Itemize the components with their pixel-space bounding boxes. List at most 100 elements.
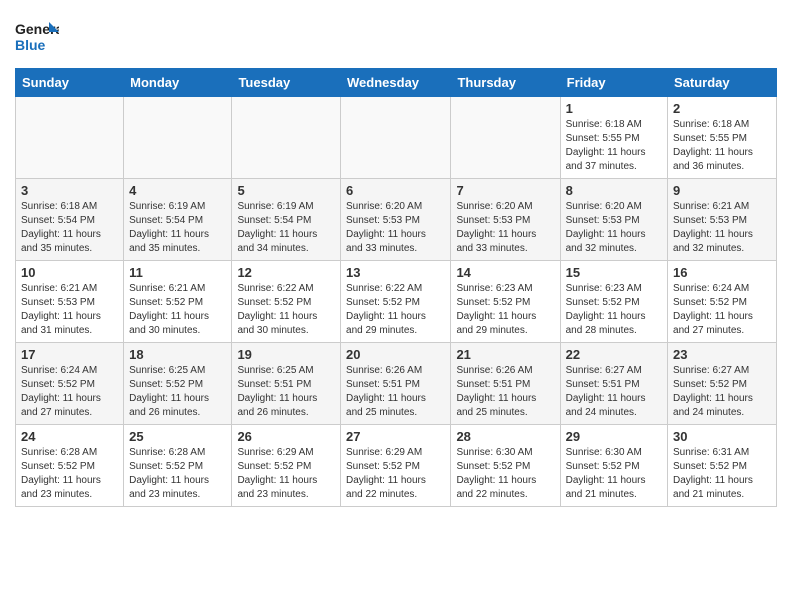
day-cell: 26 Sunrise: 6:29 AM Sunset: 5:52 PM Dayli…	[232, 425, 341, 507]
day-cell: 13Sunrise: 6:22 AM Sunset: 5:52 PM Dayli…	[341, 261, 451, 343]
day-cell: 21 Sunrise: 6:26 AM Sunset: 5:51 PM Dayli…	[451, 343, 560, 425]
day-number: 4	[129, 183, 226, 198]
day-cell	[232, 97, 341, 179]
day-cell: 9 Sunrise: 6:21 AM Sunset: 5:53 PM Daylig…	[668, 179, 777, 261]
day-number: 27	[346, 429, 445, 444]
day-info: Sunrise: 6:19 AM Sunset: 5:54 PM Dayligh…	[129, 200, 226, 256]
day-number: 2	[673, 101, 771, 116]
svg-text:Blue: Blue	[15, 37, 46, 53]
day-info: Sunrise: 6:19 AM Sunset: 5:54 PM Dayligh…	[237, 200, 335, 256]
day-number: 13	[346, 265, 445, 280]
weekday-header-monday: Monday	[124, 69, 232, 97]
day-cell	[16, 97, 124, 179]
day-cell: 19 Sunrise: 6:25 AM Sunset: 5:51 PM Dayli…	[232, 343, 341, 425]
week-row-4: 17 Sunrise: 6:24 AM Sunset: 5:52 PM Dayli…	[16, 343, 777, 425]
day-cell: 24 Sunrise: 6:28 AM Sunset: 5:52 PM Dayli…	[16, 425, 124, 507]
day-number: 12	[237, 265, 335, 280]
day-info: Sunrise: 6:28 AM Sunset: 5:52 PM Dayligh…	[21, 446, 118, 502]
day-cell: 8Sunrise: 6:20 AM Sunset: 5:53 PM Daylig…	[560, 179, 667, 261]
day-info: Sunrise: 6:22 AM Sunset: 5:52 PM Dayligh…	[237, 282, 335, 338]
day-cell: 29Sunrise: 6:30 AM Sunset: 5:52 PM Dayli…	[560, 425, 667, 507]
logo-svg: General Blue	[15, 16, 59, 60]
day-number: 16	[673, 265, 771, 280]
day-info: Sunrise: 6:29 AM Sunset: 5:52 PM Dayligh…	[237, 446, 335, 502]
day-cell: 15 Sunrise: 6:23 AM Sunset: 5:52 PM Dayli…	[560, 261, 667, 343]
day-cell: 27Sunrise: 6:29 AM Sunset: 5:52 PM Dayli…	[341, 425, 451, 507]
day-info: Sunrise: 6:23 AM Sunset: 5:52 PM Dayligh…	[456, 282, 554, 338]
day-cell: 7Sunrise: 6:20 AM Sunset: 5:53 PM Daylig…	[451, 179, 560, 261]
weekday-header-row: SundayMondayTuesdayWednesdayThursdayFrid…	[16, 69, 777, 97]
day-info: Sunrise: 6:21 AM Sunset: 5:52 PM Dayligh…	[129, 282, 226, 338]
day-number: 10	[21, 265, 118, 280]
day-info: Sunrise: 6:23 AM Sunset: 5:52 PM Dayligh…	[566, 282, 662, 338]
day-cell: 30 Sunrise: 6:31 AM Sunset: 5:52 PM Dayli…	[668, 425, 777, 507]
weekday-header-friday: Friday	[560, 69, 667, 97]
day-number: 23	[673, 347, 771, 362]
day-number: 8	[566, 183, 662, 198]
day-cell: 1 Sunrise: 6:18 AM Sunset: 5:55 PM Daylig…	[560, 97, 667, 179]
day-number: 26	[237, 429, 335, 444]
logo: General Blue	[15, 16, 59, 60]
day-info: Sunrise: 6:21 AM Sunset: 5:53 PM Dayligh…	[21, 282, 118, 338]
day-number: 30	[673, 429, 771, 444]
day-cell: 11 Sunrise: 6:21 AM Sunset: 5:52 PM Dayli…	[124, 261, 232, 343]
day-number: 17	[21, 347, 118, 362]
day-info: Sunrise: 6:26 AM Sunset: 5:51 PM Dayligh…	[456, 364, 554, 420]
day-cell: 17 Sunrise: 6:24 AM Sunset: 5:52 PM Dayli…	[16, 343, 124, 425]
day-info: Sunrise: 6:21 AM Sunset: 5:53 PM Dayligh…	[673, 200, 771, 256]
day-info: Sunrise: 6:24 AM Sunset: 5:52 PM Dayligh…	[21, 364, 118, 420]
day-number: 29	[566, 429, 662, 444]
day-number: 9	[673, 183, 771, 198]
weekday-header-tuesday: Tuesday	[232, 69, 341, 97]
day-info: Sunrise: 6:31 AM Sunset: 5:52 PM Dayligh…	[673, 446, 771, 502]
day-number: 14	[456, 265, 554, 280]
week-row-2: 3Sunrise: 6:18 AM Sunset: 5:54 PM Daylig…	[16, 179, 777, 261]
day-cell: 23 Sunrise: 6:27 AM Sunset: 5:52 PM Dayli…	[668, 343, 777, 425]
day-number: 20	[346, 347, 445, 362]
day-info: Sunrise: 6:18 AM Sunset: 5:55 PM Dayligh…	[673, 118, 771, 174]
day-info: Sunrise: 6:28 AM Sunset: 5:52 PM Dayligh…	[129, 446, 226, 502]
day-cell: 10 Sunrise: 6:21 AM Sunset: 5:53 PM Dayli…	[16, 261, 124, 343]
day-info: Sunrise: 6:20 AM Sunset: 5:53 PM Dayligh…	[456, 200, 554, 256]
page: General Blue SundayMondayTuesdayWednesda…	[0, 0, 792, 522]
day-cell	[451, 97, 560, 179]
day-info: Sunrise: 6:26 AM Sunset: 5:51 PM Dayligh…	[346, 364, 445, 420]
weekday-header-saturday: Saturday	[668, 69, 777, 97]
day-number: 15	[566, 265, 662, 280]
day-cell: 3Sunrise: 6:18 AM Sunset: 5:54 PM Daylig…	[16, 179, 124, 261]
weekday-header-thursday: Thursday	[451, 69, 560, 97]
day-number: 28	[456, 429, 554, 444]
day-number: 19	[237, 347, 335, 362]
day-number: 18	[129, 347, 226, 362]
day-info: Sunrise: 6:18 AM Sunset: 5:54 PM Dayligh…	[21, 200, 118, 256]
day-number: 21	[456, 347, 554, 362]
day-number: 11	[129, 265, 226, 280]
day-info: Sunrise: 6:18 AM Sunset: 5:55 PM Dayligh…	[566, 118, 662, 174]
weekday-header-wednesday: Wednesday	[341, 69, 451, 97]
day-info: Sunrise: 6:25 AM Sunset: 5:51 PM Dayligh…	[237, 364, 335, 420]
day-info: Sunrise: 6:27 AM Sunset: 5:52 PM Dayligh…	[673, 364, 771, 420]
day-cell: 14 Sunrise: 6:23 AM Sunset: 5:52 PM Dayli…	[451, 261, 560, 343]
day-cell	[124, 97, 232, 179]
day-info: Sunrise: 6:30 AM Sunset: 5:52 PM Dayligh…	[456, 446, 554, 502]
day-number: 5	[237, 183, 335, 198]
day-number: 25	[129, 429, 226, 444]
day-cell: 2 Sunrise: 6:18 AM Sunset: 5:55 PM Daylig…	[668, 97, 777, 179]
day-cell: 4 Sunrise: 6:19 AM Sunset: 5:54 PM Daylig…	[124, 179, 232, 261]
day-cell: 20 Sunrise: 6:26 AM Sunset: 5:51 PM Dayli…	[341, 343, 451, 425]
day-cell: 22Sunrise: 6:27 AM Sunset: 5:51 PM Dayli…	[560, 343, 667, 425]
day-cell: 16 Sunrise: 6:24 AM Sunset: 5:52 PM Dayli…	[668, 261, 777, 343]
day-info: Sunrise: 6:24 AM Sunset: 5:52 PM Dayligh…	[673, 282, 771, 338]
week-row-1: 1 Sunrise: 6:18 AM Sunset: 5:55 PM Daylig…	[16, 97, 777, 179]
day-cell: 5 Sunrise: 6:19 AM Sunset: 5:54 PM Daylig…	[232, 179, 341, 261]
day-info: Sunrise: 6:20 AM Sunset: 5:53 PM Dayligh…	[346, 200, 445, 256]
weekday-header-sunday: Sunday	[16, 69, 124, 97]
day-number: 1	[566, 101, 662, 116]
day-info: Sunrise: 6:25 AM Sunset: 5:52 PM Dayligh…	[129, 364, 226, 420]
week-row-5: 24 Sunrise: 6:28 AM Sunset: 5:52 PM Dayli…	[16, 425, 777, 507]
day-info: Sunrise: 6:27 AM Sunset: 5:51 PM Dayligh…	[566, 364, 662, 420]
day-number: 24	[21, 429, 118, 444]
calendar: SundayMondayTuesdayWednesdayThursdayFrid…	[15, 68, 777, 507]
day-number: 6	[346, 183, 445, 198]
day-cell: 12 Sunrise: 6:22 AM Sunset: 5:52 PM Dayli…	[232, 261, 341, 343]
